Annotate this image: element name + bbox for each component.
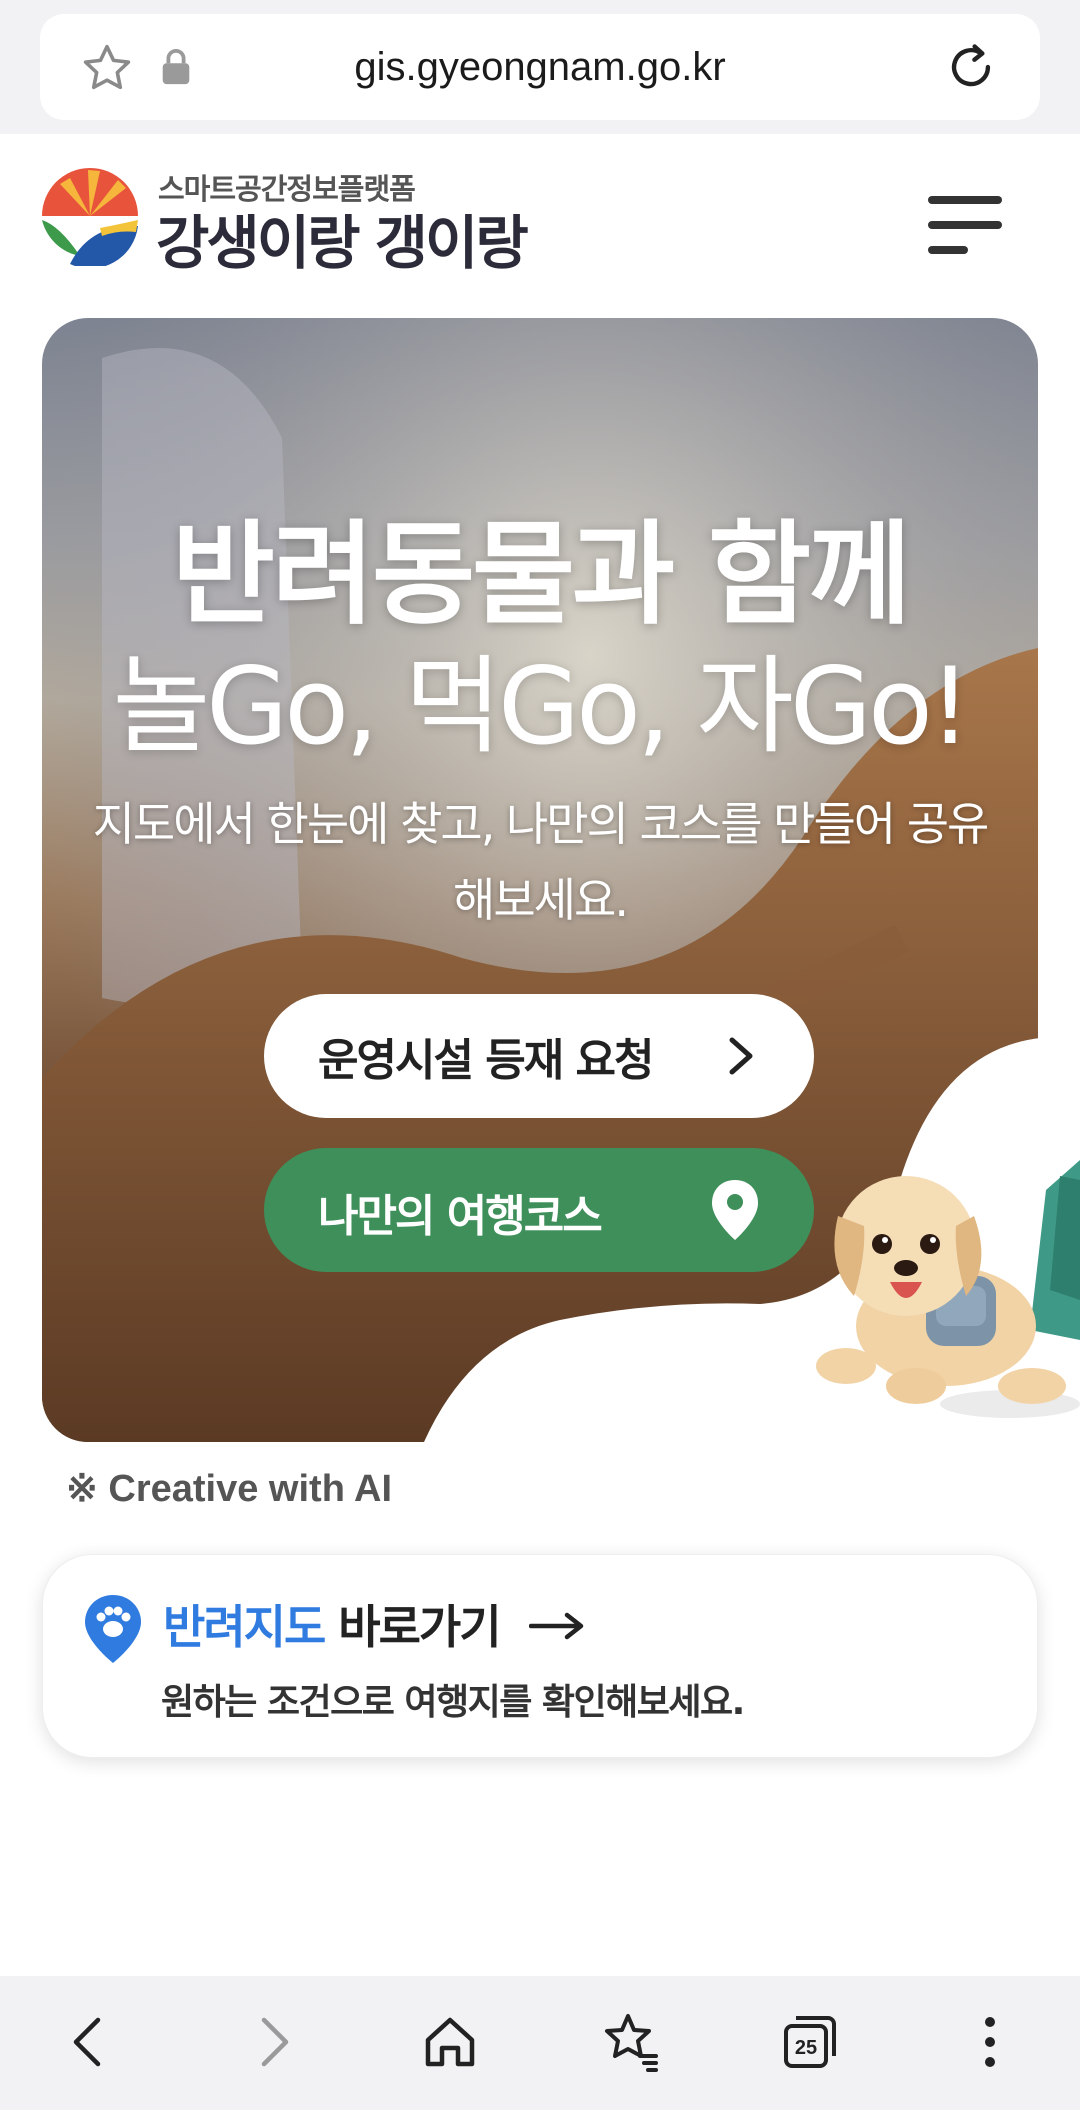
back-button[interactable] xyxy=(40,1992,140,2092)
chevron-right-icon xyxy=(261,2017,289,2067)
my-travel-course-button[interactable]: 나만의 여행코스 xyxy=(264,1148,814,1272)
home-button[interactable] xyxy=(400,1992,500,2092)
bookmarks-button[interactable] xyxy=(580,1992,680,2092)
chevron-left-icon xyxy=(73,2017,101,2067)
lock-icon xyxy=(162,49,190,85)
logo-title[interactable]: 강생이랑 갱이랑 xyxy=(156,196,529,280)
map-card-title: 반려지도 바로가기 xyxy=(163,1591,502,1657)
paw-pin-icon xyxy=(85,1595,141,1663)
forward-button[interactable] xyxy=(222,1992,322,2092)
pet-map-shortcut-card[interactable]: 반려지도 바로가기 원하는 조건으로 여행지를 확인해보세요. xyxy=(42,1554,1038,1758)
map-card-description: 원하는 조건으로 여행지를 확인해보세요. xyxy=(161,1682,745,1723)
tabs-button[interactable]: 25 xyxy=(760,1992,860,2092)
chevron-right-icon xyxy=(729,1037,753,1075)
puppy-mascot-icon xyxy=(816,1176,1066,1404)
menu-line-icon xyxy=(928,221,1002,229)
menu-line-icon xyxy=(928,196,1002,204)
request-button-label: 운영시설 등재 요청 xyxy=(318,1035,654,1086)
ai-credit-note: ※ Creative with AI xyxy=(66,1468,393,1510)
star-list-icon xyxy=(605,2014,658,2072)
map-card-title-rest: 바로가기 xyxy=(324,1600,501,1654)
hero-description: 지도에서 한눈에 찾고, 나만의 코스를 만들어 공유해보세요. xyxy=(92,797,990,927)
arrow-right-icon xyxy=(529,1612,584,1640)
home-icon xyxy=(425,2017,475,2067)
browser-bottom-nav: 25 xyxy=(0,1976,1080,2110)
tabs-count: 25 xyxy=(795,2037,817,2059)
url-text[interactable]: gis.gyeongnam.go.kr xyxy=(200,40,880,94)
map-pin-icon xyxy=(712,1180,758,1240)
tabs-icon: 25 xyxy=(784,2016,836,2068)
reload-icon[interactable] xyxy=(942,38,1000,96)
address-bar[interactable]: gis.gyeongnam.go.kr xyxy=(40,14,1040,120)
hero-subtitle: 놀Go, 먹Go, 자Go! xyxy=(112,645,972,768)
logo-icon[interactable] xyxy=(40,166,140,266)
menu-line-icon xyxy=(928,246,968,254)
browser-toolbar: gis.gyeongnam.go.kr xyxy=(0,0,1080,134)
facility-registration-request-button[interactable]: 운영시설 등재 요청 xyxy=(264,994,814,1118)
hamburger-menu-button[interactable] xyxy=(928,192,1006,258)
star-icon[interactable] xyxy=(78,41,136,95)
course-button-label: 나만의 여행코스 xyxy=(318,1191,603,1242)
more-options-button[interactable] xyxy=(940,1992,1040,2092)
map-card-title-accent: 반려지도 xyxy=(163,1600,326,1654)
more-vertical-icon xyxy=(985,2017,995,2067)
